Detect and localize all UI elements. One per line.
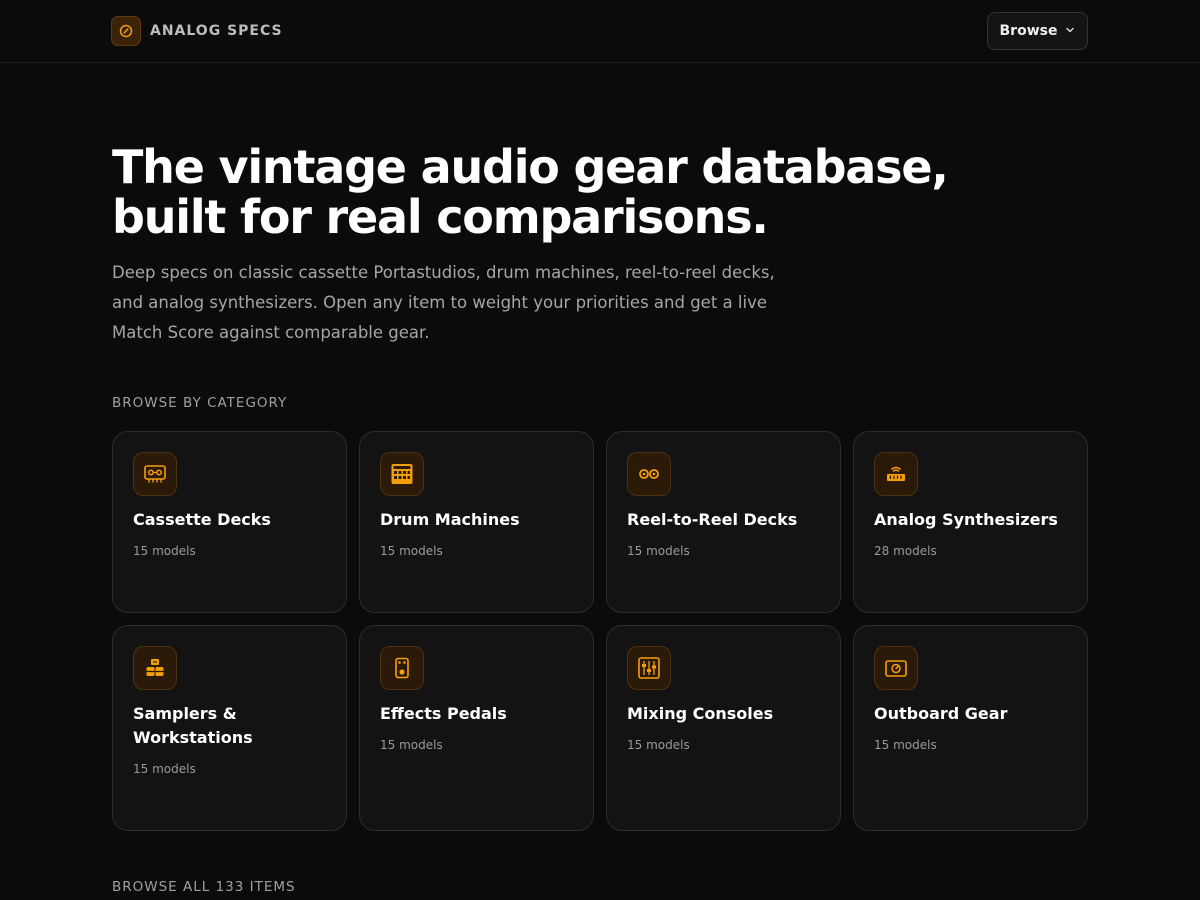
top-navigation-bar: ANALOG SPECS Browse: [0, 0, 1200, 63]
category-name: Mixing Consoles: [627, 704, 774, 723]
category-name: Cassette Decks: [133, 510, 271, 529]
category-name: Analog Synthesizers: [874, 510, 1058, 529]
category-name: Outboard Gear: [874, 704, 1008, 723]
page-title-line-1: The vintage audio gear database,: [112, 140, 949, 194]
chevron-down-icon: [1065, 23, 1075, 39]
cassette-icon: [133, 452, 177, 496]
category-name: Effects Pedals: [380, 704, 507, 723]
category-model-count: 15 models: [627, 544, 690, 558]
category-card-outboard-gear[interactable]: Outboard Gear 15 models: [853, 625, 1088, 831]
category-model-count: 15 models: [133, 762, 196, 776]
category-model-count: 15 models: [133, 544, 196, 558]
brand-home-link[interactable]: ANALOG SPECS: [111, 16, 283, 46]
reel-to-reel-icon: [627, 452, 671, 496]
category-model-count: 15 models: [380, 544, 443, 558]
synthesizer-icon: [874, 452, 918, 496]
category-model-count: 15 models: [627, 738, 690, 752]
sampler-icon: [133, 646, 177, 690]
category-card-reel-to-reel-decks[interactable]: Reel-to-Reel Decks 15 models: [606, 431, 841, 613]
page-description: Deep specs on classic cassette Portastud…: [112, 263, 775, 342]
category-model-count: 15 models: [380, 738, 443, 752]
browse-all-items-heading: BROWSE ALL 133 ITEMS: [112, 879, 296, 895]
category-name: Samplers & Workstations: [133, 704, 253, 747]
outboard-gear-icon: [874, 646, 918, 690]
mixing-console-icon: [627, 646, 671, 690]
category-card-samplers-workstations[interactable]: Samplers & Workstations 15 models: [112, 625, 347, 831]
page-title: The vintage audio gear database, built f…: [112, 142, 1012, 242]
category-card-mixing-consoles[interactable]: Mixing Consoles 15 models: [606, 625, 841, 831]
brand-name: ANALOG SPECS: [150, 23, 283, 39]
page-title-line-2: built for real comparisons.: [112, 190, 769, 244]
drum-machine-icon: [380, 452, 424, 496]
dial-logo-icon: [111, 16, 141, 46]
category-card-drum-machines[interactable]: Drum Machines 15 models: [359, 431, 594, 613]
effects-pedal-icon: [380, 646, 424, 690]
browse-button-label: Browse: [999, 23, 1058, 39]
category-model-count: 15 models: [874, 738, 937, 752]
category-model-count: 28 models: [874, 544, 937, 558]
browse-by-category-heading: BROWSE BY CATEGORY: [112, 395, 288, 411]
browse-menu-button[interactable]: Browse: [987, 12, 1088, 50]
category-card-effects-pedals[interactable]: Effects Pedals 15 models: [359, 625, 594, 831]
category-card-cassette-decks[interactable]: Cassette Decks 15 models: [112, 431, 347, 613]
category-name: Drum Machines: [380, 510, 520, 529]
category-card-analog-synthesizers[interactable]: Analog Synthesizers 28 models: [853, 431, 1088, 613]
category-name: Reel-to-Reel Decks: [627, 510, 798, 529]
